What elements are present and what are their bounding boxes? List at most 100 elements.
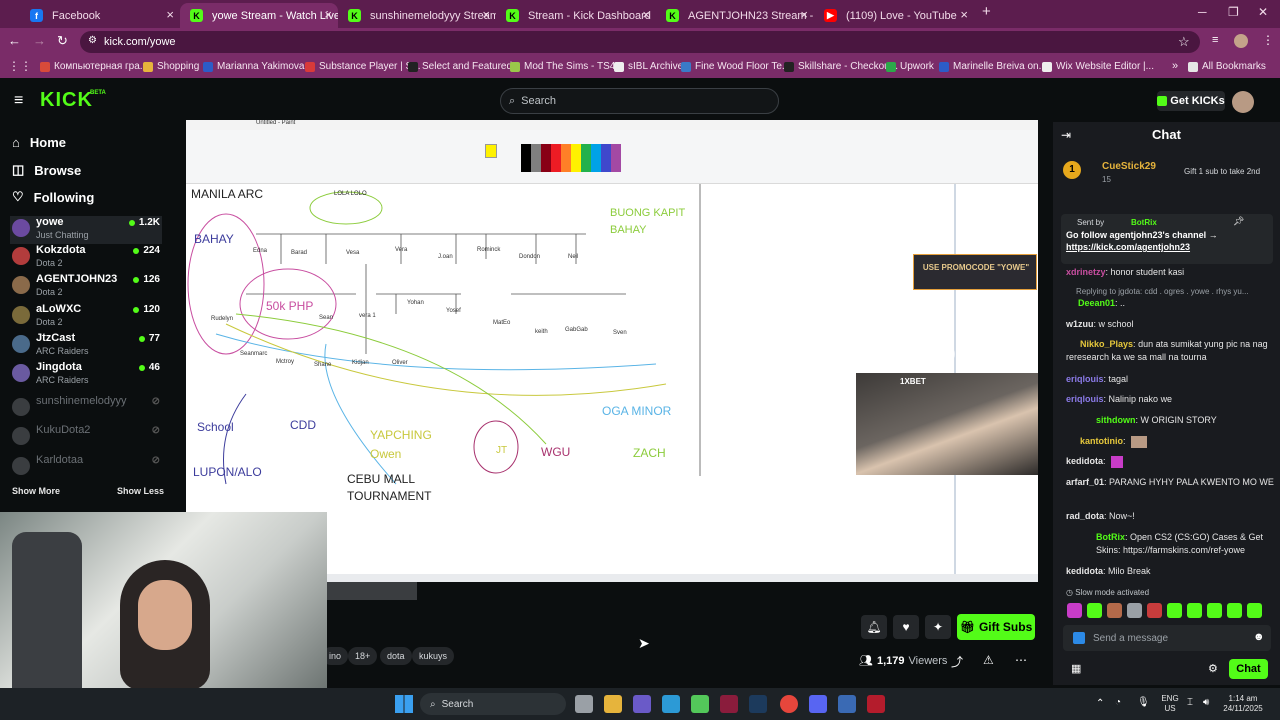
more-bookmarks-icon[interactable]: » (1172, 60, 1178, 72)
emote[interactable] (1187, 603, 1202, 618)
close-icon[interactable]: × (482, 7, 490, 22)
report-icon[interactable]: ⚠ (983, 653, 994, 667)
chrome-icon[interactable] (780, 695, 798, 713)
close-icon[interactable]: × (324, 7, 332, 22)
bookmark-item[interactable]: Select and Featured... (408, 61, 520, 72)
close-icon[interactable]: × (642, 7, 650, 22)
search-input[interactable]: ⌕ Search (500, 88, 779, 114)
top-gifter[interactable]: 1 CueStick29 15 Gift 1 sub to take 2nd (1063, 158, 1273, 186)
taskbar-search[interactable]: ⌕ Search (420, 693, 566, 715)
discord-icon[interactable] (809, 695, 827, 713)
tab-yowe[interactable]: K yowe Stream - Watch Live o × (180, 3, 338, 28)
minimize-icon[interactable]: ─ (1198, 5, 1207, 19)
emote[interactable] (1167, 603, 1182, 618)
apps-icon[interactable]: ⋮⋮ (8, 59, 32, 73)
back-icon[interactable]: ← (8, 33, 21, 48)
kick-app-icon[interactable] (691, 695, 709, 713)
close-icon[interactable]: × (166, 7, 174, 22)
bookmark-item[interactable]: Shopping (143, 61, 199, 72)
bookmark-item[interactable]: Marinelle Breiva on... (939, 61, 1047, 72)
steam-icon[interactable] (749, 695, 767, 713)
emote[interactable] (1087, 603, 1102, 618)
tag[interactable]: kukuys (412, 647, 455, 665)
forward-icon[interactable]: → (33, 33, 46, 48)
chat-input[interactable]: Send a message ☻ (1063, 625, 1271, 651)
menu-icon[interactable]: ⋮ (1262, 33, 1274, 47)
more-options-icon[interactable]: ⋯ (1015, 653, 1027, 667)
settings-gear-icon[interactable]: ⚙ (1208, 662, 1218, 675)
get-kicks-button[interactable]: Get KICKs (1157, 91, 1225, 111)
sidebar-channel[interactable]: JtzCast ARC Raiders 77 (10, 332, 162, 360)
obs-icon[interactable] (838, 695, 856, 713)
tab-sunshine[interactable]: K sunshinemelodyyy Stream - Wa × (338, 3, 496, 28)
bookmark-item[interactable]: Wix Website Editor |... (1042, 61, 1154, 72)
emote[interactable] (1127, 603, 1142, 618)
tab-youtube[interactable]: ▶ (1109) Love - YouTube × (814, 3, 974, 28)
sidebar-channel[interactable]: aLoWXC Dota 2 120 (10, 303, 162, 331)
network-icon[interactable]: ⌶ (1187, 697, 1193, 708)
bookmark-item[interactable]: Компьютерная гра... (40, 61, 148, 72)
close-icon[interactable]: × (960, 7, 968, 22)
emote[interactable] (1247, 603, 1262, 618)
gift-shop-icon[interactable]: ▦ (1071, 662, 1081, 675)
kick-logo[interactable]: KICK (40, 89, 93, 112)
follow-button[interactable]: ♥ (893, 615, 919, 639)
tag[interactable]: 18+ (348, 647, 378, 665)
hamburger-icon[interactable]: ≡ (14, 92, 23, 110)
notifications-button[interactable]: 🔔︎ (861, 615, 887, 639)
pin-icon[interactable]: 📌︎ (1233, 216, 1244, 227)
share-icon[interactable]: ⤴ (951, 653, 963, 670)
mic-icon[interactable]: 🎙︎ (1137, 697, 1150, 708)
url-field[interactable]: ⚙ kick.com/yowe ☆ (80, 31, 1200, 53)
app-icon[interactable] (720, 695, 738, 713)
new-tab-icon[interactable]: + (982, 3, 991, 20)
nav-following[interactable]: ♡ Following (12, 189, 94, 205)
sparkle-button[interactable]: ✦ (925, 615, 951, 639)
nav-browse[interactable]: ◫ Browse (12, 162, 81, 178)
emote[interactable] (1227, 603, 1242, 618)
show-more-link[interactable]: Show More (12, 486, 60, 496)
task-view-icon[interactable] (575, 695, 593, 713)
bookmark-item[interactable]: sIBL Archive (614, 61, 683, 72)
tray-expand-icon[interactable]: ⌃ (1096, 698, 1104, 709)
app-icon[interactable] (867, 695, 885, 713)
reload-icon[interactable]: ↻ (57, 33, 68, 49)
teams-icon[interactable] (633, 695, 651, 713)
window-close-icon[interactable]: ✕ (1258, 5, 1268, 19)
close-icon[interactable]: × (800, 7, 808, 22)
emote[interactable] (1207, 603, 1222, 618)
send-chat-button[interactable]: Chat (1229, 659, 1268, 679)
sidebar-channel-yowe[interactable]: yowe Just Chatting 1.2K (10, 216, 162, 244)
volume-icon[interactable]: 🔊︎ (1203, 697, 1209, 708)
sidebar-channel[interactable]: KukuDota2 ⊘ (10, 424, 162, 452)
tag[interactable]: dota (380, 647, 412, 665)
bookmark-item[interactable]: Fine Wood Floor Te... (681, 61, 790, 72)
extensions-icon[interactable]: ≡ (1212, 34, 1218, 46)
edge-icon[interactable] (662, 695, 680, 713)
user-avatar[interactable] (1232, 91, 1254, 113)
show-less-link[interactable]: Show Less (117, 486, 164, 496)
bookmark-item[interactable]: Mod The Sims - TS4... (510, 61, 624, 72)
language-indicator[interactable]: ENG US (1158, 694, 1182, 714)
sidebar-channel[interactable]: Jingdota ARC Raiders 46 (10, 361, 162, 389)
pinned-message[interactable]: Sent by BotRix 📌︎ Go follow agentjohn23'… (1061, 214, 1273, 264)
maximize-icon[interactable]: ❐ (1228, 5, 1239, 19)
sidebar-channel[interactable]: Karldotaa ⊘ (10, 454, 162, 482)
all-bookmarks[interactable]: All Bookmarks (1188, 61, 1266, 72)
tab-facebook[interactable]: f Facebook × (20, 3, 180, 28)
gift-subs-button[interactable]: 🎁︎ Gift Subs (957, 614, 1035, 640)
bookmark-star-icon[interactable]: ☆ (1178, 34, 1190, 50)
emote[interactable] (1067, 603, 1082, 618)
wifi-icon[interactable]: ◔ (1115, 697, 1121, 708)
emote[interactable] (1147, 603, 1162, 618)
sidebar-channel[interactable]: sunshinemelodyyy ⊘ (10, 395, 162, 423)
clock[interactable]: 1:14 am 24/11/2025 (1218, 694, 1268, 714)
tab-agentjohn[interactable]: K AGENTJOHN23 Stream - Watch × (656, 3, 814, 28)
site-info-icon[interactable]: ⚙ (88, 35, 97, 46)
bookmark-item[interactable]: Skillshare - Checkou... (784, 61, 898, 72)
tab-dashboard[interactable]: K Stream - Kick Dashboard × (496, 3, 656, 28)
sidebar-channel[interactable]: Kokzdota Dota 2 224 (10, 244, 162, 272)
file-explorer-icon[interactable] (604, 695, 622, 713)
emoji-icon[interactable]: ☻ (1253, 631, 1265, 643)
windows-start-icon[interactable] (395, 695, 413, 713)
